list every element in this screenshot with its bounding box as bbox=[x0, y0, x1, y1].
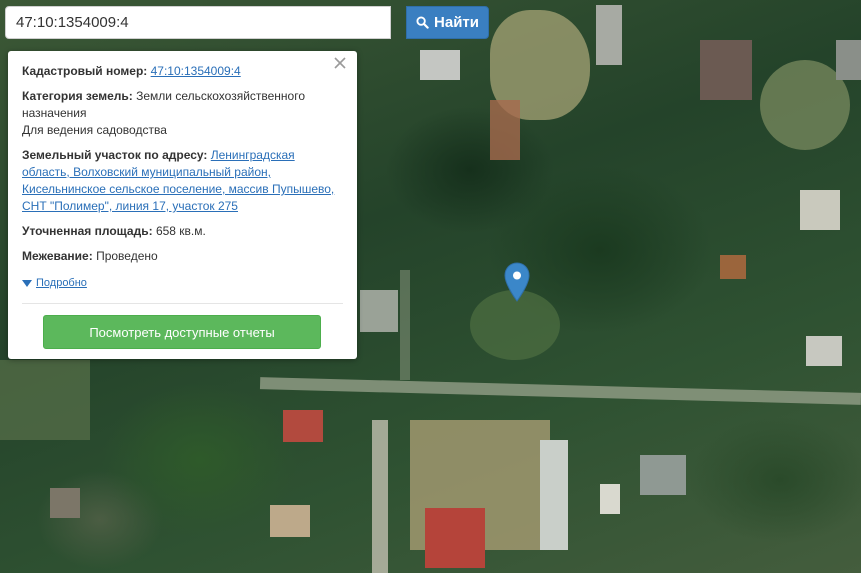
cadastral-number-link[interactable]: 47:10:1354009:4 bbox=[151, 64, 241, 78]
building-roof bbox=[596, 5, 622, 65]
cadastral-number-row: Кадастровый номер: 47:10:1354009:4 bbox=[22, 63, 343, 80]
survey-value: Проведено bbox=[96, 249, 158, 263]
search-button[interactable]: Найти bbox=[406, 6, 489, 39]
field-clearing bbox=[0, 360, 90, 440]
close-icon[interactable] bbox=[332, 55, 348, 71]
building-roof bbox=[270, 505, 310, 537]
address-label: Земельный участок по адресу: bbox=[22, 148, 208, 162]
area-row: Уточненная площадь: 658 кв.м. bbox=[22, 223, 343, 240]
building-roof bbox=[425, 508, 485, 568]
popup-divider bbox=[22, 303, 343, 304]
survey-row: Межевание: Проведено bbox=[22, 248, 343, 265]
parcel-info-popup: Кадастровый номер: 47:10:1354009:4 Катег… bbox=[8, 51, 357, 359]
building-roof bbox=[806, 336, 842, 366]
search-button-label: Найти bbox=[434, 14, 479, 31]
address-row: Земельный участок по адресу: Ленинградск… bbox=[22, 147, 343, 215]
building-roof bbox=[420, 50, 460, 80]
caret-down-icon bbox=[22, 279, 32, 287]
view-reports-button[interactable]: Посмотреть доступные отчеты bbox=[43, 315, 321, 349]
building-roof bbox=[50, 488, 80, 518]
building-roof bbox=[283, 410, 323, 442]
building-roof bbox=[600, 484, 620, 514]
land-use-value: Для ведения садоводства bbox=[22, 123, 167, 137]
road bbox=[372, 420, 388, 573]
road bbox=[400, 270, 410, 380]
building-roof bbox=[836, 40, 861, 80]
details-toggle[interactable]: Подробно bbox=[22, 275, 343, 292]
building-roof bbox=[540, 440, 568, 550]
map-pin-icon[interactable] bbox=[504, 262, 530, 302]
building-roof bbox=[490, 100, 520, 160]
search-input[interactable] bbox=[5, 6, 391, 39]
building-roof bbox=[640, 455, 686, 495]
details-link[interactable]: Подробно bbox=[36, 275, 87, 292]
search-icon bbox=[416, 16, 429, 29]
building-roof bbox=[700, 40, 752, 100]
area-value: 658 кв.м. bbox=[155, 224, 206, 238]
building-roof bbox=[720, 255, 746, 279]
land-category-row: Категория земель: Земли сельскохозяйстве… bbox=[22, 88, 343, 139]
area-label: Уточненная площадь: bbox=[22, 224, 153, 238]
cadastral-number-label: Кадастровый номер: bbox=[22, 64, 148, 78]
land-category-label: Категория земель: bbox=[22, 89, 133, 103]
survey-label: Межевание: bbox=[22, 249, 93, 263]
building-roof bbox=[800, 190, 840, 230]
building-roof bbox=[360, 290, 398, 332]
road bbox=[259, 377, 861, 405]
